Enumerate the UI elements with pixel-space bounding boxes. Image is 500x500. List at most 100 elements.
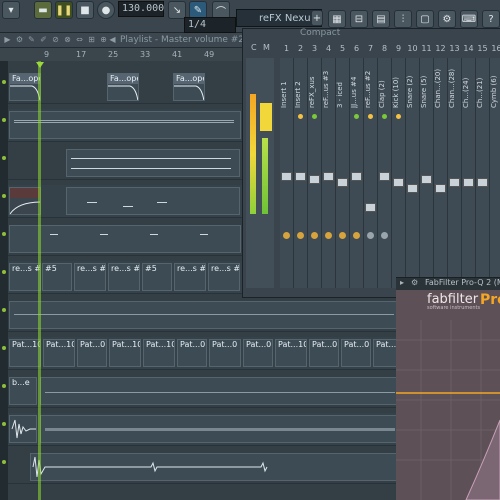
channel-label[interactable]: Ch...(21) — [476, 68, 489, 108]
pattern-clip[interactable]: Pat...0 — [309, 339, 339, 367]
tempo-display[interactable]: 130.000 — [118, 1, 164, 17]
pattern-clip[interactable]: Pat...10 — [109, 339, 141, 367]
pan-knob[interactable] — [367, 232, 374, 239]
track-led[interactable] — [2, 156, 6, 160]
pattern-clip[interactable]: Pat...10 — [43, 339, 75, 367]
channel-label[interactable]: Insert 2 — [294, 68, 307, 108]
channel-fader[interactable] — [463, 178, 474, 187]
track-led[interactable] — [2, 194, 6, 198]
paint-icon[interactable]: ✐ — [39, 35, 48, 44]
pattern-clip[interactable]: #5 — [142, 263, 172, 291]
track-led[interactable] — [2, 118, 6, 122]
select-icon[interactable]: ⊞ — [87, 35, 96, 44]
master-fader[interactable] — [260, 103, 272, 131]
zoom-icon[interactable]: ⊕ — [99, 35, 108, 44]
master-channel[interactable] — [246, 58, 274, 288]
automation-clip[interactable]: Fa...ope — [107, 73, 139, 101]
pattern-selector[interactable]: reFX Nexus — [236, 9, 322, 27]
automation-clip[interactable] — [9, 187, 41, 215]
keyboard-icon[interactable]: ⌨ — [460, 10, 478, 28]
speaker-icon[interactable]: ◀ — [108, 35, 117, 44]
pattern-clip[interactable]: re...s #4 — [108, 263, 140, 291]
channel-fader[interactable] — [407, 184, 418, 193]
pan-knob[interactable] — [311, 232, 318, 239]
track-led[interactable] — [2, 308, 6, 312]
add-pattern-button[interactable]: + — [311, 10, 323, 26]
pan-knob[interactable] — [353, 232, 360, 239]
channel-label[interactable]: reF...us #3 — [322, 68, 335, 108]
track-led[interactable] — [2, 422, 6, 426]
pattern-clip[interactable] — [9, 225, 241, 253]
browser-icon[interactable]: ▢ — [416, 10, 434, 28]
mixer-icon[interactable]: ⫶ — [394, 10, 412, 28]
audio-clip[interactable] — [9, 415, 37, 443]
audio-clip[interactable] — [30, 453, 399, 481]
channel-label[interactable]: Ch...(24) — [462, 68, 475, 108]
snap-selector[interactable]: 1/4 step — [184, 17, 236, 44]
pattern-song-toggle[interactable]: ▾ — [2, 1, 20, 19]
eq-graph[interactable] — [396, 290, 500, 500]
play-button[interactable]: ❚❚ — [55, 1, 73, 19]
track-led[interactable] — [2, 384, 6, 388]
delete-icon[interactable]: ⊘ — [51, 35, 60, 44]
track-led[interactable] — [2, 232, 6, 236]
playhead[interactable] — [38, 61, 41, 500]
pattern-clip[interactable]: re...s #4 — [208, 263, 240, 291]
channel-fader[interactable] — [295, 172, 306, 181]
pattern-clip[interactable]: Pat...10 — [9, 339, 41, 367]
channel-fader[interactable] — [449, 178, 460, 187]
pattern-clip[interactable] — [9, 111, 241, 139]
pattern-clip[interactable] — [40, 415, 399, 443]
plugin-picker-icon[interactable]: ⚙ — [438, 10, 456, 28]
pan-knob[interactable] — [381, 232, 388, 239]
pattern-clip[interactable]: Pat...0 — [177, 339, 207, 367]
audio-clip[interactable]: b...e — [9, 377, 37, 405]
pan-knob[interactable] — [325, 232, 332, 239]
channel-fader[interactable] — [477, 178, 488, 187]
channel-fader[interactable] — [379, 172, 390, 181]
playhead-marker[interactable] — [36, 62, 44, 68]
pan-knob[interactable] — [339, 232, 346, 239]
pattern-clip[interactable] — [9, 301, 399, 329]
pan-knob[interactable] — [297, 232, 304, 239]
record-button[interactable]: ● — [97, 1, 115, 19]
automation-clip[interactable]: Fa...ope — [173, 73, 205, 101]
channel-label[interactable]: Kick (10) — [392, 68, 405, 108]
channel-fader[interactable] — [393, 178, 404, 187]
pattern-clip[interactable] — [40, 377, 399, 405]
playlist-window-icon[interactable]: ▦ — [328, 10, 346, 28]
channel-label[interactable]: Insert 1 — [280, 68, 293, 108]
pan-knob[interactable] — [283, 232, 290, 239]
pattern-clip[interactable]: re...s #4 — [74, 263, 106, 291]
channel-fader[interactable] — [323, 172, 334, 181]
pattern-mode-button[interactable]: ▬ — [34, 1, 52, 19]
gear-icon[interactable]: ⚙ — [411, 278, 418, 287]
automation-clip[interactable]: Fa...ope — [9, 73, 41, 101]
pattern-clip[interactable] — [66, 149, 240, 177]
channel-label[interactable]: reF...us #2 — [364, 68, 377, 108]
channel-fader[interactable] — [281, 172, 292, 181]
channel-fader[interactable] — [365, 203, 376, 212]
channel-label[interactable]: Snare (2) — [406, 68, 419, 108]
channel-fader[interactable] — [309, 175, 320, 184]
channel-label[interactable]: Snare (5) — [420, 68, 433, 108]
track-led[interactable] — [2, 460, 6, 464]
channel-label[interactable]: Cymb (6) — [490, 68, 500, 108]
channel-rack-icon[interactable]: ▤ — [372, 10, 390, 28]
pencil-icon[interactable]: ✎ — [27, 35, 36, 44]
pattern-clip[interactable]: Pat...0 — [77, 339, 107, 367]
mute-icon[interactable]: ⊗ — [63, 35, 72, 44]
fabfilter-pro-q-plugin[interactable] — [396, 290, 500, 500]
pattern-clip[interactable]: re...s #4 — [174, 263, 206, 291]
track-led[interactable] — [2, 270, 6, 274]
track-led[interactable] — [2, 80, 6, 84]
channel-fader[interactable] — [351, 172, 362, 181]
pattern-clip[interactable]: Pat...10 — [275, 339, 307, 367]
channel-label[interactable]: 3 - iced — [336, 68, 349, 108]
channel-fader[interactable] — [337, 178, 348, 187]
options-arrow-icon[interactable]: ▶ — [3, 35, 12, 44]
channel-label[interactable]: Clap (2) — [378, 68, 391, 108]
pattern-clip[interactable]: Pat...0 — [243, 339, 273, 367]
mixer-tab[interactable]: Compact — [300, 28, 340, 38]
track-led[interactable] — [2, 346, 6, 350]
